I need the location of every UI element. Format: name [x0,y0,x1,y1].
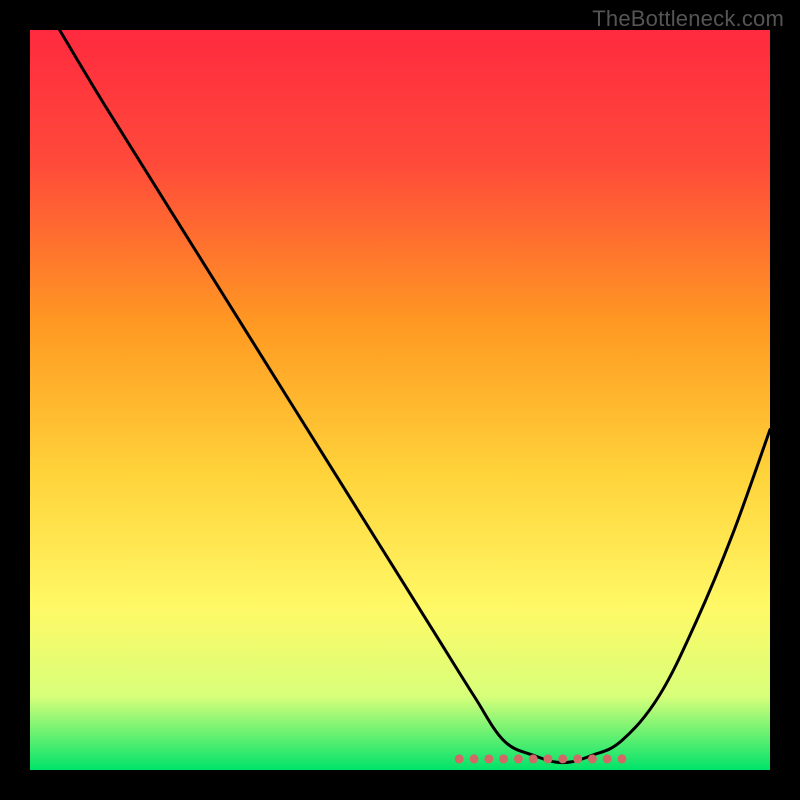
chart-container: TheBottleneck.com [0,0,800,800]
optimal-dot [470,754,479,763]
optimal-dot [588,754,597,763]
watermark-text: TheBottleneck.com [592,6,784,32]
optimal-dot [455,754,464,763]
optimal-dot [499,754,508,763]
optimal-dot [603,754,612,763]
optimal-dot [484,754,493,763]
plot-area [30,30,770,770]
bottleneck-curve [30,30,770,770]
optimal-dot [573,754,582,763]
optimal-dot [544,754,553,763]
optimal-dot [529,754,538,763]
optimal-dot [514,754,523,763]
optimal-dot [618,754,627,763]
optimal-dot [558,754,567,763]
